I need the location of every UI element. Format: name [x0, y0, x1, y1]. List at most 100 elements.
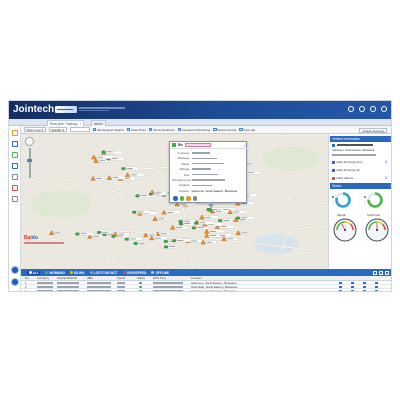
vehicle-marker[interactable]	[204, 228, 225, 234]
list-icon[interactable]	[12, 163, 18, 169]
pan-compass-icon[interactable]	[25, 137, 34, 146]
map-type-select[interactable]: Basic map ▾	[24, 127, 46, 132]
header-tagline-line-2	[79, 110, 109, 112]
vehicle-marker[interactable]	[112, 231, 130, 237]
field-value-line	[191, 168, 211, 170]
panel-header-vehicle-info[interactable]: Vehicle Information −	[330, 136, 391, 142]
command-icon[interactable]	[375, 281, 378, 285]
playback-icon[interactable]	[179, 196, 184, 201]
show-geofence-button[interactable]: Show Geofence	[148, 128, 175, 132]
arrow-icon[interactable]	[11, 266, 19, 274]
settings-icon[interactable]	[12, 196, 18, 202]
filter-tab-offline[interactable]: OFFLINE	[151, 271, 169, 275]
car-marker-icon	[132, 210, 137, 214]
vehicle-marker[interactable]	[124, 172, 145, 177]
vehicle-marker[interactable]	[90, 175, 106, 181]
vehicle-marker[interactable]	[106, 175, 126, 180]
route-control-button[interactable]: Route Control	[213, 128, 236, 132]
command-icon[interactable]	[375, 285, 378, 289]
more-icon[interactable]	[192, 196, 197, 201]
message-icon[interactable]	[359, 106, 365, 112]
vehicle-marker[interactable]	[91, 154, 113, 160]
vehicle-marker[interactable]	[178, 219, 197, 223]
home-icon[interactable]	[12, 130, 18, 136]
refresh-icon[interactable]	[373, 270, 377, 275]
vehicle-marker[interactable]	[97, 230, 112, 234]
field-label: Remaining fuel:	[172, 178, 192, 182]
panel-header-status[interactable]: Status −	[330, 183, 391, 189]
plate-cell-line	[57, 286, 79, 288]
filter-tab-working[interactable]: WORKING	[45, 271, 65, 275]
track-icon[interactable]	[351, 285, 354, 289]
vehicle-marker[interactable]	[155, 231, 170, 236]
vehicle-marker[interactable]	[170, 224, 188, 230]
track-icon[interactable]	[173, 196, 178, 201]
vehicle-marker[interactable]	[164, 244, 178, 249]
rectangular-search-button[interactable]: Rectangular Search	[92, 128, 124, 132]
command-icon[interactable]	[375, 289, 378, 291]
globe-icon[interactable]	[11, 278, 19, 286]
vehicle-marker[interactable]	[235, 216, 254, 220]
car-icon[interactable]	[12, 152, 18, 158]
locate-icon[interactable]	[339, 281, 342, 285]
export-icon[interactable]	[379, 270, 383, 275]
status-rings	[332, 192, 383, 208]
selected-vehicle-marker[interactable]	[207, 208, 213, 212]
vehicle-marker[interactable]	[191, 225, 209, 230]
track-icon[interactable]	[351, 281, 354, 285]
button-label: Geofence Monitoring	[182, 127, 211, 132]
search-input[interactable]	[69, 127, 90, 132]
collapse-icon[interactable]: −	[389, 136, 391, 142]
locate-icon[interactable]	[339, 289, 342, 291]
playback-icon[interactable]	[363, 289, 366, 291]
playback-icon[interactable]	[363, 285, 366, 289]
vehicle-marker[interactable]	[204, 232, 221, 238]
vehicle-marker[interactable]	[218, 218, 233, 222]
vehicle-marker[interactable]	[75, 232, 94, 236]
filter-tab-overspeed[interactable]: OVERSPEED	[122, 271, 146, 275]
vehicle-marker[interactable]	[124, 237, 143, 241]
filter-tab-idling[interactable]: IDLING	[69, 271, 85, 275]
vehicle-marker[interactable]	[221, 236, 239, 241]
vehicle-marker[interactable]	[49, 230, 63, 235]
close-icon[interactable]: ×	[244, 143, 246, 148]
vehicle-marker[interactable]	[235, 230, 250, 235]
user-icon[interactable]	[348, 106, 354, 112]
collapse-icon[interactable]: −	[389, 183, 391, 189]
jointech-logo[interactable]: Jointech	[13, 104, 54, 115]
full-map-button[interactable]: Full map	[239, 128, 255, 132]
map-canvas[interactable]: Baidu Rb × Company: Message: Speed: Mileage…	[21, 134, 328, 269]
location-icon[interactable]	[12, 141, 18, 147]
zoom-slider[interactable]	[28, 148, 31, 178]
vehicle-marker[interactable]	[199, 214, 219, 220]
vehicle-marker[interactable]	[161, 209, 181, 215]
field-label: Message:	[177, 156, 190, 161]
zoom-slider-handle[interactable]	[27, 159, 32, 162]
settings-icon[interactable]	[370, 106, 376, 112]
logout-icon[interactable]	[381, 106, 387, 112]
map-copyright-line	[24, 242, 64, 244]
geofence-monitoring-button[interactable]: Geofence Monitoring	[177, 127, 211, 132]
table-row[interactable]: 3 Gaborone, South Eastern, Botswana	[21, 289, 391, 291]
vehicle-marker[interactable]	[152, 216, 168, 221]
alarm-icon[interactable]	[12, 185, 18, 191]
filter-tab-lostcontact[interactable]: LOSTCONTACT	[89, 271, 118, 275]
vehicle-marker[interactable]	[132, 210, 150, 214]
playback-icon[interactable]	[363, 281, 366, 285]
collapse-icon[interactable]	[385, 270, 389, 275]
filter-tab-all[interactable]: ALL	[27, 270, 41, 275]
vehicle-running-toggle[interactable]: Vehicle Running	[359, 127, 387, 133]
vehicle-marker[interactable]	[149, 235, 167, 241]
command-icon[interactable]	[186, 196, 191, 201]
layer-select[interactable]: Satellite ▾	[48, 127, 67, 132]
draw-point-button[interactable]: Draw Point	[126, 128, 146, 132]
vehicle-marker[interactable]	[121, 166, 139, 171]
vehicle-marker[interactable]	[200, 239, 217, 245]
vehicle-marker[interactable]	[227, 209, 246, 214]
vehicle-marker[interactable]	[149, 189, 165, 195]
vehicle-marker[interactable]	[133, 241, 147, 245]
report-icon[interactable]	[12, 174, 18, 180]
track-icon[interactable]	[351, 289, 354, 291]
locate-icon[interactable]	[339, 285, 342, 289]
vehicle-marker[interactable]	[172, 238, 192, 243]
